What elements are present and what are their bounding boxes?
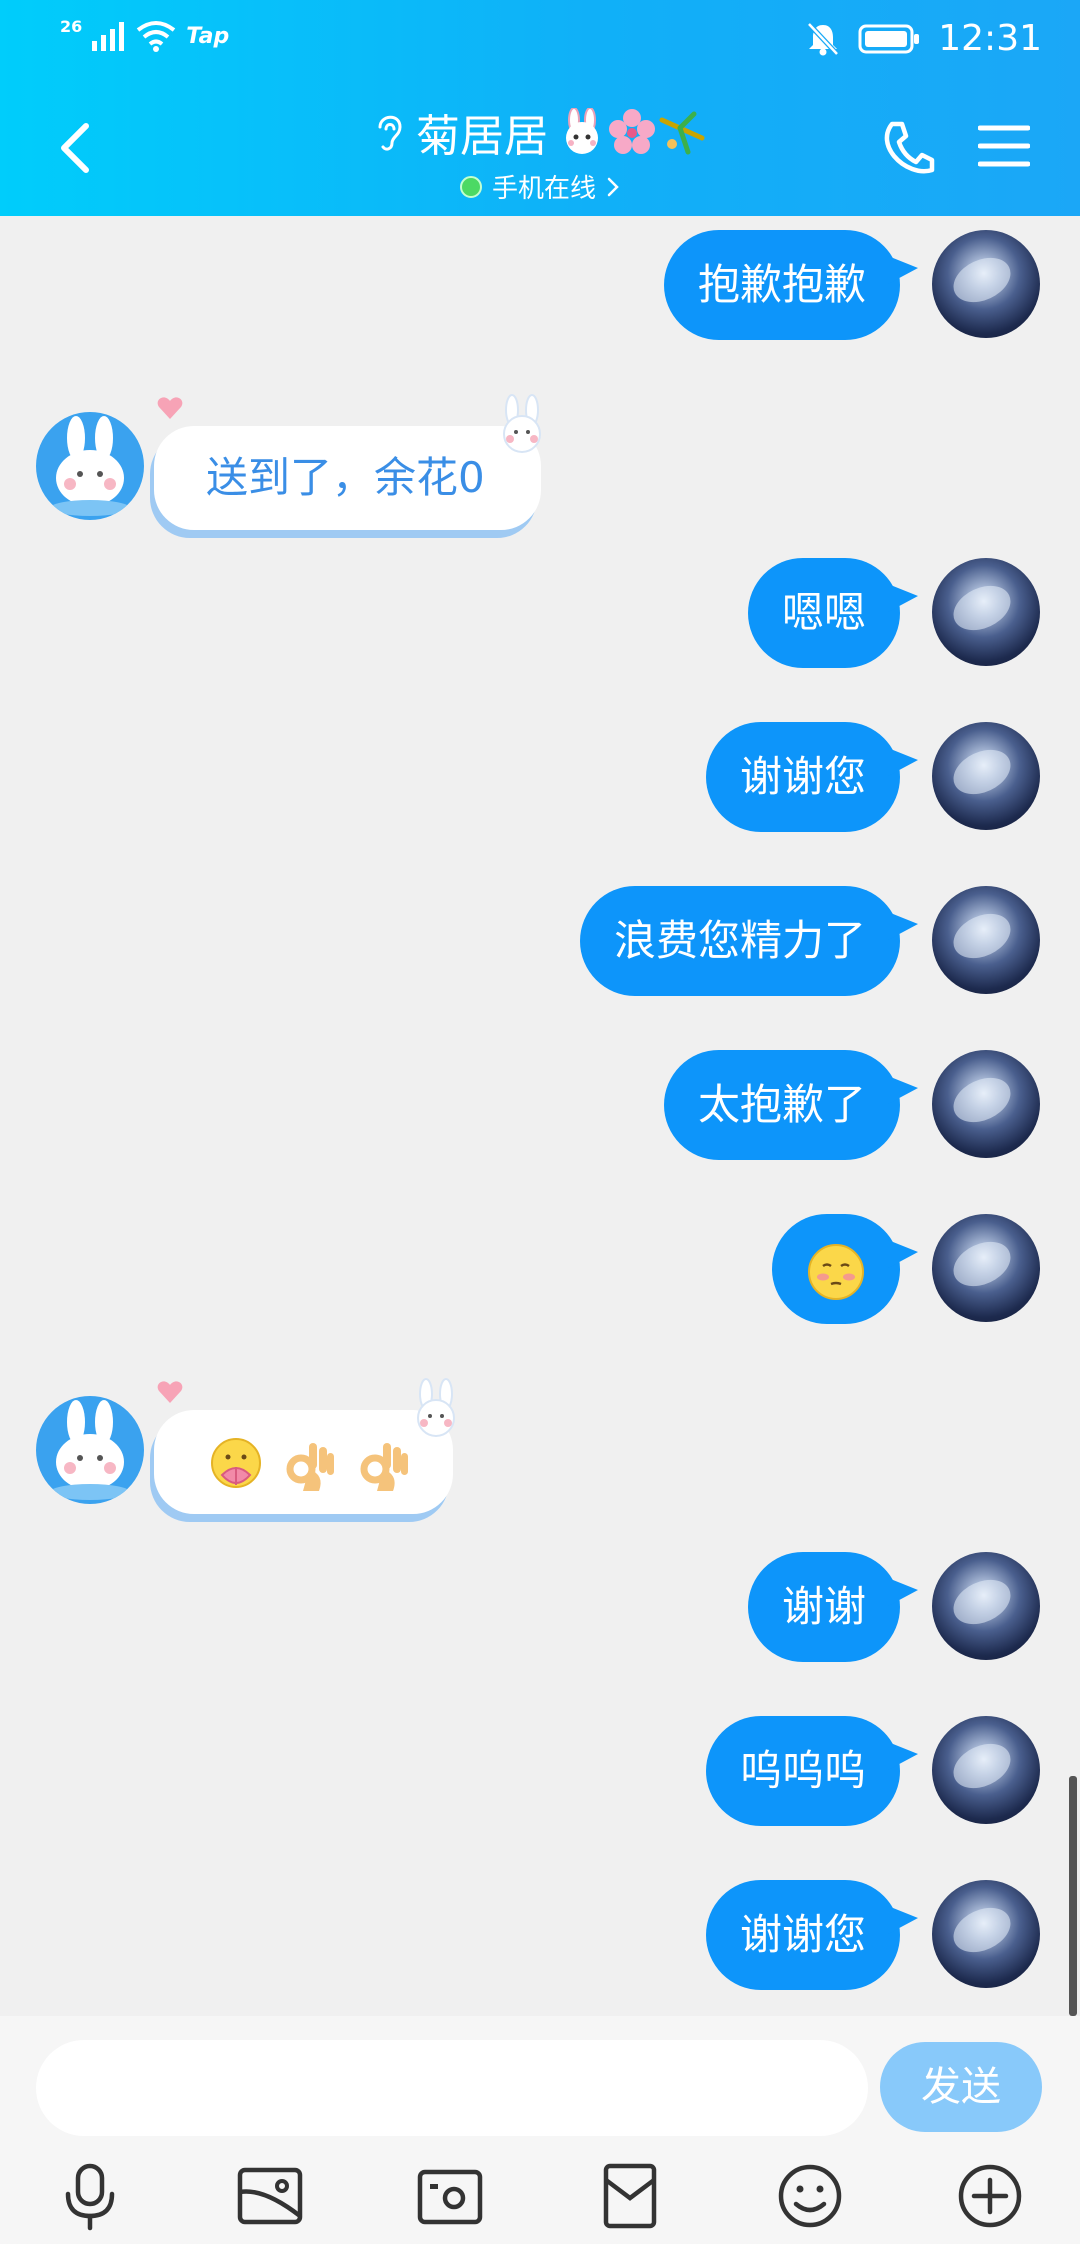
heart-decoration-icon — [157, 397, 183, 419]
message-input[interactable] — [36, 2040, 868, 2136]
message-bubble[interactable]: 抱歉抱歉 — [663, 230, 919, 340]
bunny-avatar-icon — [50, 416, 130, 516]
clock: 12:31 — [938, 18, 1042, 59]
menu-icon[interactable] — [978, 122, 1030, 170]
message-bubble[interactable]: 呜呜呜 — [705, 1716, 919, 1826]
message-bubble[interactable]: 嗯嗯 — [747, 558, 919, 668]
network-type: 26 — [60, 16, 83, 36]
ok-hand-emoji-icon — [286, 1442, 335, 1491]
message-bubble[interactable] — [772, 1214, 918, 1324]
emoji-icon[interactable] — [774, 2160, 846, 2232]
contact-title: 菊居居 — [372, 100, 708, 164]
carrier-label: Tap — [186, 23, 230, 49]
battery-icon — [858, 24, 920, 53]
status-bar: 26 Tap 12:31 — [0, 0, 1080, 80]
microphone-icon[interactable] — [54, 2160, 126, 2232]
message-bubble-incoming[interactable]: 送到了，余花0 — [154, 426, 541, 530]
heart-decoration-icon — [157, 1381, 183, 1403]
plus-icon[interactable] — [954, 2160, 1026, 2232]
ear-icon — [378, 115, 402, 151]
online-dot — [459, 175, 482, 198]
my-avatar[interactable] — [932, 886, 1040, 994]
chat-screen: 26 Tap 12:31 菊居居 手机在线 抱歉抱歉 送到了，余花0 嗯嗯 谢谢… — [0, 0, 1080, 2244]
status-right: 12:31 — [806, 18, 1042, 59]
gymnast-emoji-icon — [659, 111, 705, 155]
blushing-face-emoji-icon — [808, 1243, 864, 1300]
my-avatar[interactable] — [932, 1880, 1040, 1988]
bunny-decoration-icon — [417, 1378, 455, 1437]
lotus-face-emoji-icon — [211, 1437, 261, 1488]
status-left: 26 Tap — [60, 16, 230, 52]
contact-avatar[interactable] — [36, 1396, 144, 1504]
phone-icon[interactable] — [880, 118, 936, 178]
bell-muted-icon — [807, 21, 840, 56]
message-bubble[interactable]: 浪费您精力了 — [579, 886, 919, 996]
send-button[interactable]: 发送 — [880, 2042, 1042, 2132]
my-avatar[interactable] — [932, 1214, 1040, 1322]
message-list[interactable]: 抱歉抱歉 送到了，余花0 嗯嗯 谢谢您 浪费您精力了 太抱歉了 谢谢 呜呜呜 谢… — [0, 216, 1080, 2016]
my-avatar[interactable] — [932, 1552, 1040, 1660]
chat-header: 26 Tap 12:31 菊居居 手机在线 — [0, 0, 1080, 216]
camera-icon[interactable] — [414, 2160, 486, 2232]
rabbit-emoji-icon — [566, 108, 598, 154]
message-bubble[interactable]: 谢谢您 — [705, 722, 919, 832]
title-emojis — [558, 108, 708, 156]
signal-icon — [92, 22, 125, 51]
my-avatar[interactable] — [932, 722, 1040, 830]
red-packet-icon[interactable] — [594, 2160, 666, 2232]
my-avatar[interactable] — [932, 230, 1040, 338]
chevron-right-icon — [607, 177, 619, 196]
composer-toolbar — [0, 2156, 1080, 2236]
my-avatar[interactable] — [932, 558, 1040, 666]
contact-name: 菊居居 — [416, 111, 548, 162]
contact-avatar[interactable] — [36, 412, 144, 520]
message-bubble[interactable]: 太抱歉了 — [663, 1050, 919, 1160]
wifi-icon — [137, 21, 176, 52]
message-bubble[interactable]: 谢谢 — [747, 1552, 919, 1662]
my-avatar[interactable] — [932, 1050, 1040, 1158]
bunny-decoration-icon — [503, 394, 541, 453]
cherry-blossom-emoji-icon — [609, 109, 655, 154]
ok-hand-emoji-icon — [360, 1442, 408, 1491]
composer: 发送 — [0, 2016, 1080, 2244]
my-avatar[interactable] — [932, 1716, 1040, 1824]
message-bubble[interactable]: 谢谢您 — [705, 1880, 919, 1990]
scrollbar-thumb[interactable] — [1069, 1776, 1077, 2016]
online-status-label: 手机在线 — [491, 174, 596, 204]
bunny-avatar-icon — [50, 1400, 130, 1500]
online-status[interactable]: 手机在线 — [459, 168, 620, 205]
image-icon[interactable] — [234, 2160, 306, 2232]
